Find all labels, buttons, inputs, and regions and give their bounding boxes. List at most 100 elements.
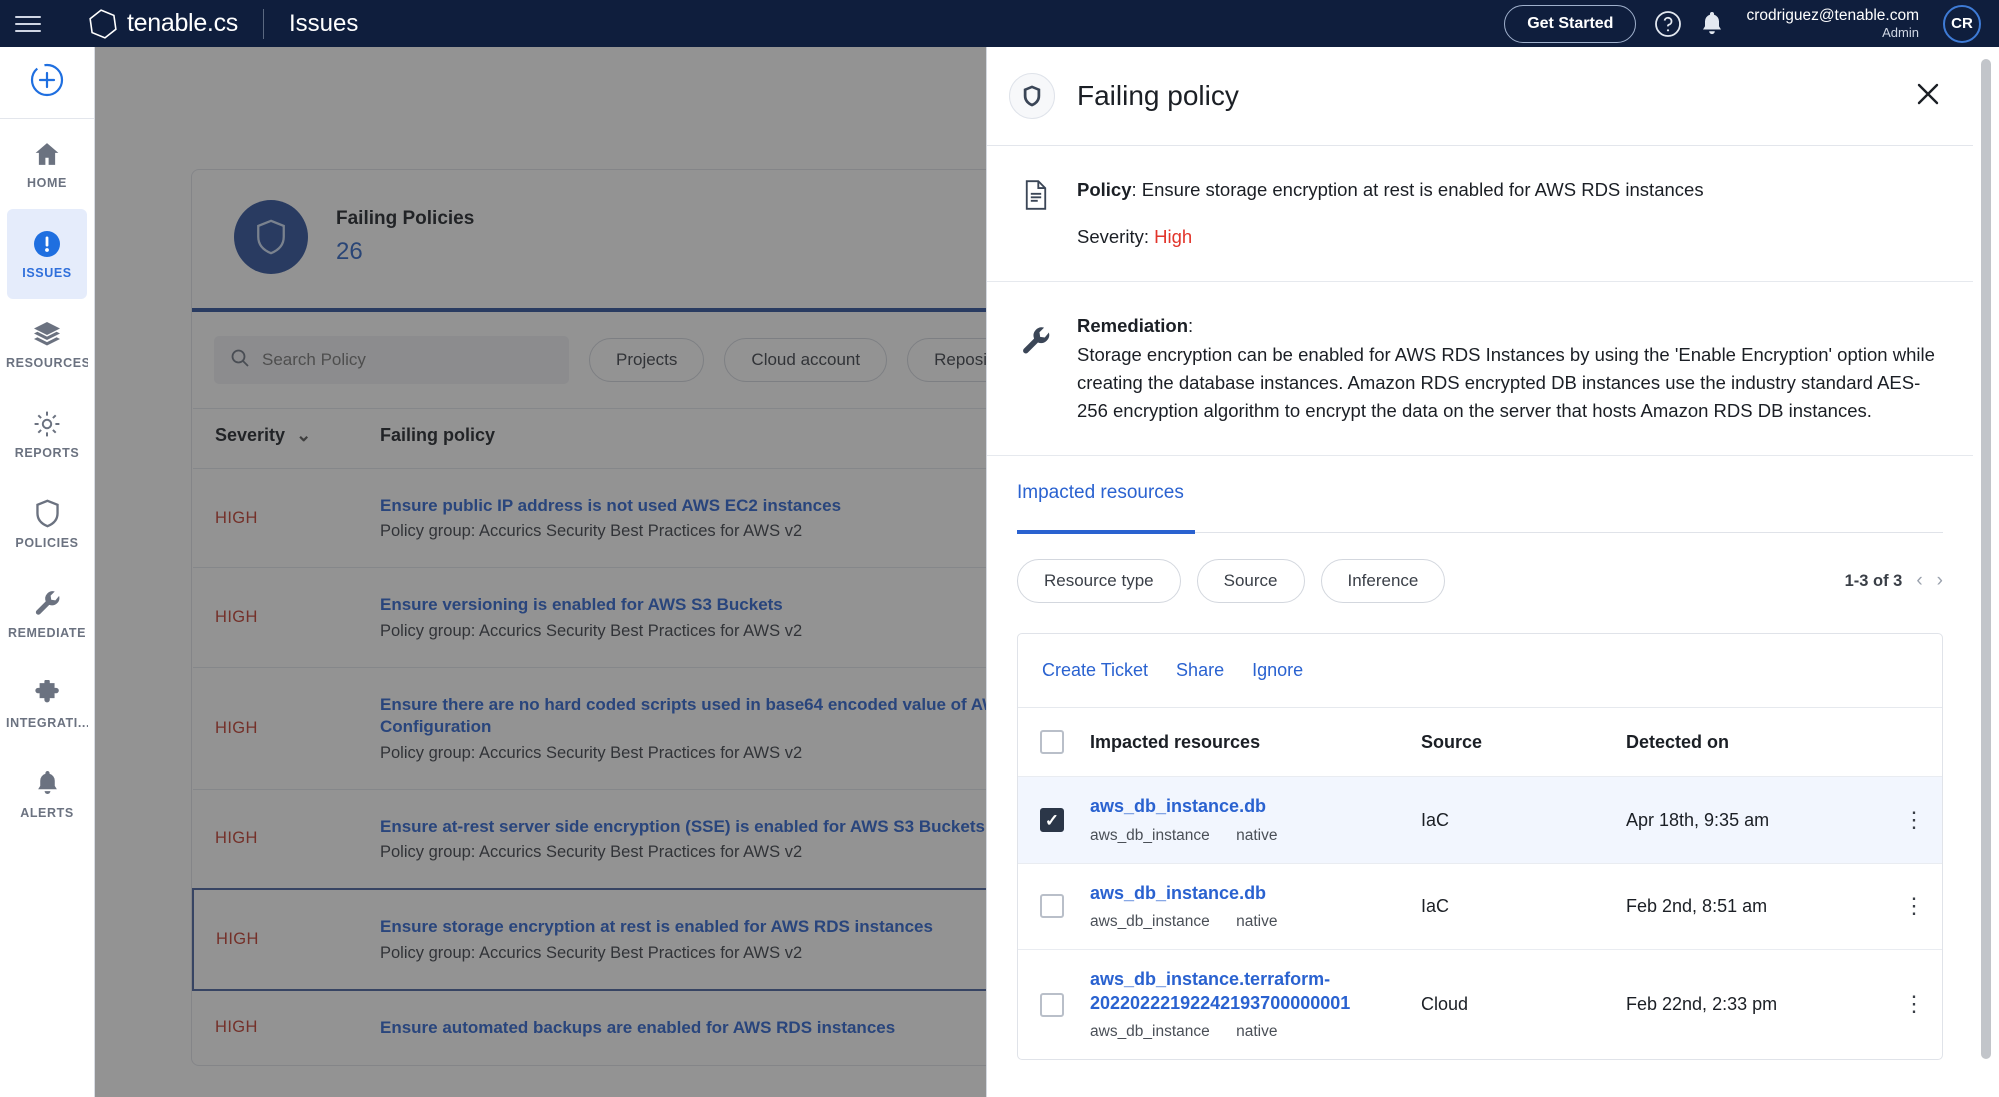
- remediation-label-line: Remediation:: [1077, 315, 1194, 337]
- more-vertical-icon[interactable]: ⋮: [1886, 862, 1942, 950]
- resource-link[interactable]: aws_db_instance.terraform-20220222192242…: [1090, 968, 1390, 1015]
- resource-detected-on: Feb 22nd, 2:33 pm: [1616, 949, 1886, 1059]
- sidebar-item-policies[interactable]: POLICIES: [7, 479, 87, 569]
- resource-link[interactable]: aws_db_instance.db: [1090, 795, 1401, 818]
- resource-detected-on: Feb 2nd, 8:51 am: [1616, 862, 1886, 950]
- gear-icon: [33, 409, 61, 439]
- filter-resource-type[interactable]: Resource type: [1017, 559, 1181, 604]
- select-all-cell: [1018, 708, 1080, 777]
- resource-origin: native: [1236, 826, 1278, 844]
- column-impacted-resources: Impacted resources: [1090, 731, 1261, 752]
- sidebar-item-resources[interactable]: RESOURCES: [6, 299, 88, 389]
- more-vertical-icon[interactable]: ⋮: [1886, 949, 1942, 1059]
- pagination: 1-3 of 3 ‹ ›: [1845, 570, 1943, 592]
- sidebar-item-home[interactable]: HOME: [7, 119, 87, 209]
- resource-cell: aws_db_instance.db aws_db_instance nativ…: [1080, 862, 1411, 950]
- table-header-row: Impacted resources Source Detected on: [1018, 708, 1942, 777]
- table-row[interactable]: aws_db_instance.db aws_db_instance nativ…: [1018, 776, 1942, 864]
- chevron-left-icon[interactable]: ‹: [1916, 570, 1922, 592]
- sidebar-item-issues[interactable]: ISSUES: [7, 209, 87, 299]
- row-checkbox[interactable]: [1040, 808, 1064, 833]
- sidebar-item-label: ISSUES: [22, 265, 72, 280]
- resource-link[interactable]: aws_db_instance.db: [1090, 882, 1401, 905]
- failing-policy-panel: Failing policy Policy: Ensure storage en…: [986, 47, 1999, 1097]
- table-row[interactable]: aws_db_instance.db aws_db_instance nativ…: [1018, 862, 1942, 950]
- panel-tabs: Impacted resources: [987, 456, 1973, 535]
- top-bar-right: Get Started crodriguez@tenable.com Admin…: [1504, 4, 1999, 43]
- resource-detected-on: Apr 18th, 9:35 am: [1616, 776, 1886, 864]
- row-checkbox[interactable]: [1040, 992, 1064, 1017]
- resource-type: aws_db_instance: [1090, 826, 1210, 844]
- sidebar-item-reports[interactable]: REPORTS: [7, 389, 87, 479]
- wrench-icon: [34, 589, 61, 619]
- bell-icon[interactable]: [1700, 11, 1724, 37]
- resource-meta: aws_db_instance native: [1090, 827, 1401, 845]
- shield-icon: [1009, 73, 1055, 119]
- panel-filter-bar: Resource type Source Inference 1-3 of 3 …: [987, 533, 1973, 623]
- share-button[interactable]: Share: [1176, 660, 1224, 681]
- column-actions: [1886, 708, 1942, 777]
- tabs-underline: [1017, 530, 1943, 535]
- more-vertical-icon[interactable]: ⋮: [1886, 776, 1942, 864]
- impacted-resources-card: Create Ticket Share Ignore Impacted reso…: [1017, 633, 1943, 1060]
- brand-separator: [262, 8, 264, 39]
- modal-backdrop[interactable]: [95, 47, 986, 1097]
- panel-header: Failing policy: [987, 47, 1973, 146]
- user-info[interactable]: crodriguez@tenable.com Admin: [1746, 6, 1919, 42]
- filter-source[interactable]: Source: [1196, 559, 1305, 604]
- panel-title: Failing policy: [1077, 80, 1239, 111]
- row-select-cell: [1018, 862, 1080, 950]
- resource-cell: aws_db_instance.db aws_db_instance nativ…: [1080, 776, 1411, 864]
- ignore-button[interactable]: Ignore: [1252, 660, 1303, 681]
- sidebar-item-label: ALERTS: [20, 805, 74, 820]
- top-bar: tenable.cs Issues Get Started crodriguez…: [0, 0, 1999, 47]
- sidebar-item-label: REMEDIATE: [7, 625, 87, 640]
- resource-cell: aws_db_instance.terraform-20220222192242…: [1080, 949, 1411, 1059]
- add-button[interactable]: [0, 47, 94, 119]
- row-checkbox[interactable]: [1040, 894, 1064, 919]
- chevron-right-icon[interactable]: ›: [1937, 570, 1943, 592]
- shield-icon: [34, 499, 61, 529]
- sidebar-item-remediate[interactable]: REMEDIATE: [7, 569, 87, 659]
- resource-meta: aws_db_instance native: [1090, 1023, 1401, 1041]
- panel-scrollbar-thumb[interactable]: [1981, 59, 1991, 1059]
- user-role: Admin: [1882, 25, 1919, 41]
- add-circle-icon: [28, 61, 66, 104]
- help-circle-icon[interactable]: [1654, 10, 1682, 38]
- resource-source: Cloud: [1411, 949, 1616, 1059]
- severity-label: Severity:: [1077, 225, 1149, 247]
- resource-type: aws_db_instance: [1090, 1022, 1210, 1040]
- sidebar-item-integrations[interactable]: INTEGRATI...: [6, 659, 88, 749]
- bell-icon: [35, 769, 60, 799]
- document-icon: [1013, 176, 1059, 251]
- resource-origin: native: [1236, 913, 1278, 931]
- filter-inference[interactable]: Inference: [1320, 559, 1446, 604]
- resource-source: IaC: [1411, 776, 1616, 864]
- hamburger-icon[interactable]: [15, 15, 41, 32]
- remediation-text: Storage encryption can be enabled for AW…: [1077, 344, 1935, 422]
- user-email: crodriguez@tenable.com: [1746, 6, 1919, 24]
- resource-meta: aws_db_instance native: [1090, 913, 1401, 931]
- tab-impacted-resources[interactable]: Impacted resources: [1017, 482, 1184, 532]
- alert-circle-icon: [33, 229, 61, 259]
- panel-scrollbar[interactable]: [1981, 59, 1991, 1085]
- brand[interactable]: tenable.cs: [88, 8, 238, 40]
- resource-origin: native: [1236, 1022, 1278, 1040]
- close-icon[interactable]: [1913, 79, 1943, 114]
- impacted-resources-table: Impacted resources Source Detected on aw…: [1018, 708, 1942, 1059]
- create-ticket-button[interactable]: Create Ticket: [1042, 660, 1148, 681]
- layers-icon: [33, 319, 61, 349]
- pagination-text: 1-3 of 3: [1844, 571, 1903, 590]
- left-sidebar: HOME ISSUES RESOURCES REPORTS POLICIES R…: [0, 47, 95, 1097]
- policy-label: Policy: [1077, 179, 1132, 200]
- wrench-icon: [1013, 312, 1059, 425]
- sidebar-item-alerts[interactable]: ALERTS: [7, 749, 87, 839]
- table-row[interactable]: aws_db_instance.terraform-20220222192242…: [1018, 949, 1942, 1059]
- tenable-logo-icon: [88, 8, 118, 40]
- sidebar-item-label: REPORTS: [14, 445, 80, 460]
- policy-section: Policy: Ensure storage encryption at res…: [987, 146, 1973, 283]
- get-started-button[interactable]: Get Started: [1504, 4, 1637, 43]
- avatar[interactable]: CR: [1943, 4, 1981, 43]
- sidebar-item-label: INTEGRATI...: [6, 715, 88, 730]
- select-all-checkbox[interactable]: [1040, 730, 1064, 755]
